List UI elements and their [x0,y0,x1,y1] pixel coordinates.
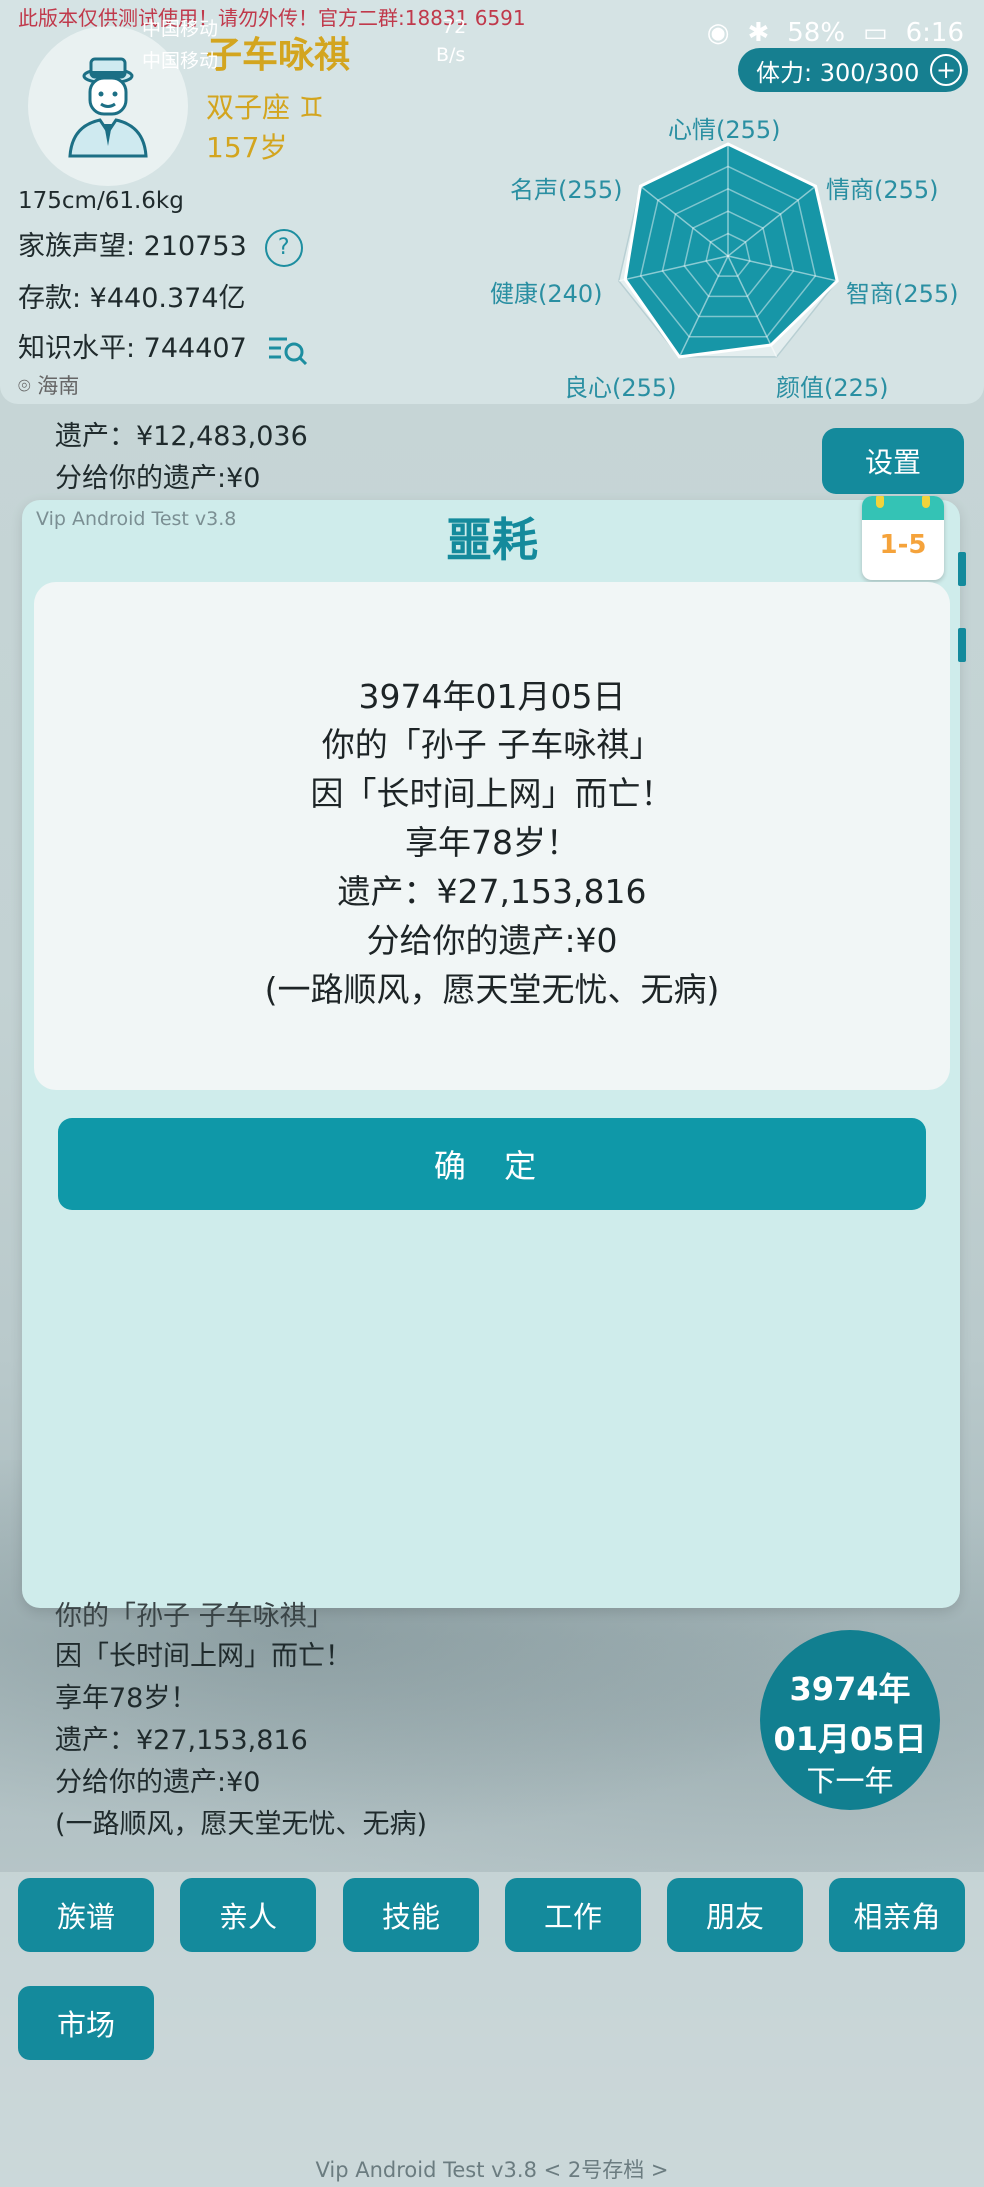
side-tab-indicator [958,628,966,662]
dialog-title: 噩耗 [446,513,538,567]
radar-data-area [623,142,839,359]
radar-label-eq: 情商(255) [826,176,939,204]
menu-skills[interactable]: 技能 [343,1878,479,1952]
radar-label-mood: 心情(255) [668,116,781,144]
next-year-label: 下一年 [806,1764,894,1798]
menu-matchmaking[interactable]: 相亲角 [829,1878,965,1952]
current-year: 3974年 [789,1670,911,1708]
log-line: 分给你的遗产:¥0 [55,463,261,494]
radar-label-conscience: 良心(255) [564,374,677,402]
calendar-icon[interactable]: 1-5 [862,496,944,580]
log-line: (一路顺风，愿天堂无忧、无病) [55,1809,428,1840]
confirm-button[interactable]: 确 定 [58,1118,926,1210]
bluetooth-icon: ✱ [747,18,770,48]
log-line: 你的「孙子 子车咏祺」 [55,1601,334,1632]
message-line: 你的「孙子 子车咏祺」 [321,725,663,764]
log-line: 因「长时间上网」而亡！ [55,1641,352,1672]
net-speed: 72 [442,16,467,38]
message-line: 因「长时间上网」而亡！ [310,774,674,813]
message-date: 3974年01月05日 [358,677,626,716]
menu-market[interactable]: 市场 [18,1986,154,2060]
menu-work[interactable]: 工作 [505,1878,641,1952]
message-line: 分给你的遗产:¥0 [366,921,618,960]
log-line: 享年78岁！ [55,1683,198,1714]
status-icons: ◉ ✱ 58% ▭ 6:16 [707,18,964,48]
radar-label-fame: 名声(255) [510,176,623,204]
next-year-button[interactable]: 3974年 01月05日 下一年 [760,1630,940,1810]
clock: 6:16 [905,18,964,48]
menu-family-tree[interactable]: 族谱 [18,1878,154,1952]
battery-icon: ▭ [863,18,888,48]
log-line: 遗产：¥27,153,816 [55,1725,308,1756]
battery-percent: 58% [787,18,846,48]
side-tab-indicator [958,552,966,586]
menu-friends[interactable]: 朋友 [667,1878,803,1952]
footer-version: Vip Android Test v3.8 < 2号存档 > [315,2158,669,2182]
carrier-1: 中国移动 [142,18,219,40]
calendar-date: 1-5 [879,530,927,560]
settings-button[interactable]: 设置 [822,428,964,494]
message-line: (一路顺风，愿天堂无忧、无病) [264,970,720,1009]
radar-label-iq: 智商(255) [846,280,959,308]
eye-icon: ◉ [706,18,730,48]
net-speed-unit: B/s [436,44,466,66]
current-date: 01月05日 [773,1720,927,1758]
message-line: 享年78岁！ [405,823,579,862]
carrier-2: 中国移动 [142,50,219,72]
log-line: 分给你的遗产:¥0 [55,1767,261,1798]
menu-relatives[interactable]: 亲人 [180,1878,316,1952]
radar-label-health: 健康(240) [490,280,603,308]
radar-label-looks: 颜值(225) [776,374,889,402]
log-line: 遗产：¥12,483,036 [55,421,308,452]
message-line: 遗产：¥27,153,816 [337,872,647,911]
